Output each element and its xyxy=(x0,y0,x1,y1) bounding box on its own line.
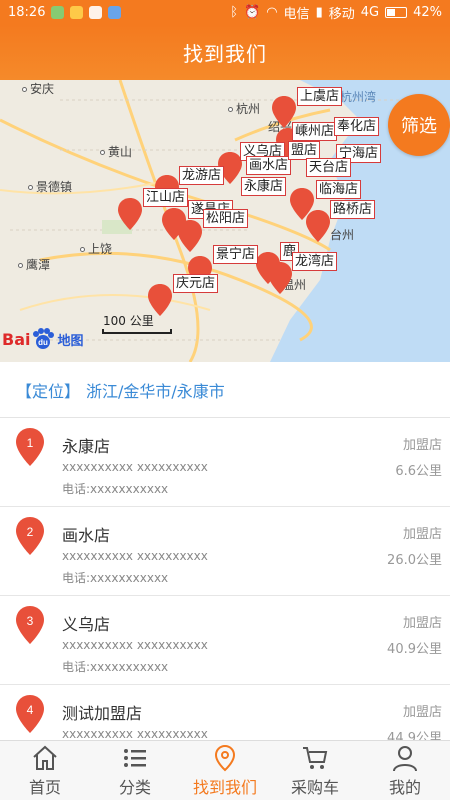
baidu-paw-icon: du xyxy=(33,328,55,349)
location-pin-icon xyxy=(214,744,236,771)
store-label[interactable]: 画水店 xyxy=(246,156,292,175)
store-label[interactable]: 龙湾店 xyxy=(292,252,338,271)
city-label: 杭州湾 xyxy=(340,90,377,104)
store-address: xxxxxxxxxx xxxxxxxxxx xyxy=(62,638,208,652)
store-type: 加盟店 xyxy=(402,438,442,453)
numbered-marker-icon: 4 xyxy=(16,695,44,733)
location-prefix: 【定位】 xyxy=(16,381,81,401)
signal-icon: ▮ xyxy=(315,5,323,20)
city-label: 安庆 xyxy=(22,80,54,97)
store-phone[interactable]: 电话:xxxxxxxxxxx xyxy=(62,480,168,497)
carrier-1: 电信 xyxy=(283,7,310,22)
store-name: 测试加盟店 xyxy=(62,704,143,723)
tab-find-us[interactable]: 找到我们 xyxy=(180,741,270,800)
photos-app-icon xyxy=(89,6,103,19)
store-label[interactable]: 路桥店 xyxy=(330,200,376,219)
filter-button[interactable]: 筛选 xyxy=(388,94,450,156)
store-marker-icon[interactable] xyxy=(268,262,292,294)
tab-label: 找到我们 xyxy=(192,777,257,797)
numbered-marker-icon: 2 xyxy=(16,517,44,555)
page-title: 找到我们 xyxy=(183,42,267,66)
tab-label: 分类 xyxy=(118,777,151,797)
store-label[interactable]: 上虞店 xyxy=(297,87,343,106)
store-marker-icon[interactable] xyxy=(178,220,202,252)
location-path[interactable]: 浙江/金华市/永康市 xyxy=(86,378,225,402)
map-scale-label: 100 公里 xyxy=(103,314,154,328)
bluetooth-icon: ᛒ xyxy=(230,5,239,20)
store-marker-icon[interactable] xyxy=(306,210,330,242)
store-phone[interactable]: 电话:xxxxxxxxxxx xyxy=(62,569,168,586)
store-label[interactable]: 永康店 xyxy=(241,177,287,196)
city-label: 杭州 xyxy=(228,100,260,117)
chat-app-icon xyxy=(70,6,84,19)
svg-text:3: 3 xyxy=(27,614,34,628)
battery-level: 42% xyxy=(413,5,442,20)
map-view[interactable]: 安庆 杭州 黄山 景德镇 鹰潭 上饶 台州 温州 绍兴 杭州湾 上虞店 嵊州店 … xyxy=(0,80,450,362)
alarm-icon: ⏰ xyxy=(244,5,261,20)
tab-category[interactable]: 分类 xyxy=(90,741,180,800)
store-label[interactable]: 奉化店 xyxy=(334,117,380,136)
status-time: 18:26 xyxy=(8,5,46,20)
store-name: 义乌店 xyxy=(62,615,111,634)
store-label[interactable]: 江山店 xyxy=(143,188,189,207)
svg-text:1: 1 xyxy=(27,436,34,450)
tab-home[interactable]: 首页 xyxy=(0,741,90,800)
numbered-marker-icon: 3 xyxy=(16,606,44,644)
tab-label: 首页 xyxy=(28,777,61,797)
store-marker-icon[interactable] xyxy=(118,198,142,230)
network-type: 4G xyxy=(360,5,380,20)
store-type: 加盟店 xyxy=(402,616,442,631)
svg-text:2: 2 xyxy=(27,525,34,539)
store-phone[interactable]: 电话:xxxxxxxxxxx xyxy=(62,658,168,675)
store-type: 加盟店 xyxy=(402,705,442,720)
app-bar: 找到我们 xyxy=(0,25,450,80)
store-label[interactable]: 天台店 xyxy=(306,158,352,177)
store-label[interactable]: 嵊州店 xyxy=(292,122,338,141)
city-label: 黄山 xyxy=(100,143,132,160)
store-address: xxxxxxxxxx xxxxxxxxxx xyxy=(62,727,208,741)
tab-label: 采购车 xyxy=(290,777,339,797)
store-label[interactable]: 临海店 xyxy=(316,180,362,199)
location-selector[interactable]: 【定位】 浙江/金华市/永康市 xyxy=(0,362,450,418)
svg-text:4: 4 xyxy=(27,703,34,717)
tab-label: 我的 xyxy=(388,777,421,797)
store-label[interactable]: 庆元店 xyxy=(173,274,219,293)
cloud-app-icon xyxy=(108,6,122,19)
store-list-item[interactable]: 3 义乌店 xxxxxxxxxx xxxxxxxxxx 电话:xxxxxxxxx… xyxy=(0,596,450,685)
svg-text:du: du xyxy=(39,338,49,347)
shield-app-icon xyxy=(51,6,65,19)
tab-profile[interactable]: 我的 xyxy=(360,741,450,800)
numbered-marker-icon: 1 xyxy=(16,428,44,466)
city-label: 景德镇 xyxy=(28,178,72,195)
store-name: 画水店 xyxy=(62,526,111,545)
cart-icon xyxy=(303,746,328,769)
store-list-item[interactable]: 2 画水店 xxxxxxxxxx xxxxxxxxxx 电话:xxxxxxxxx… xyxy=(0,507,450,596)
store-list: 1 永康店 xxxxxxxxxx xxxxxxxxxx 电话:xxxxxxxxx… xyxy=(0,418,450,774)
city-label: 上饶 xyxy=(80,240,112,257)
store-distance: 6.6公里 xyxy=(395,464,442,479)
baidu-map-logo: Bai du 地图 xyxy=(2,326,84,352)
map-scale-bar xyxy=(102,329,172,334)
store-distance: 40.9公里 xyxy=(387,642,442,657)
store-address: xxxxxxxxxx xxxxxxxxxx xyxy=(62,460,208,474)
wifi-icon: ◠ xyxy=(266,5,278,20)
home-icon xyxy=(33,745,57,770)
user-icon xyxy=(393,745,417,771)
store-list-item[interactable]: 1 永康店 xxxxxxxxxx xxxxxxxxxx 电话:xxxxxxxxx… xyxy=(0,418,450,507)
city-label: 鹰潭 xyxy=(18,256,50,273)
store-label[interactable]: 松阳店 xyxy=(203,209,249,228)
tab-cart[interactable]: 采购车 xyxy=(270,741,360,800)
list-icon xyxy=(124,748,146,767)
store-type: 加盟店 xyxy=(402,527,442,542)
store-label[interactable]: 龙游店 xyxy=(179,166,225,185)
carrier-2: 移动 xyxy=(328,7,355,22)
store-address: xxxxxxxxxx xxxxxxxxxx xyxy=(62,549,208,563)
battery-icon xyxy=(385,7,408,18)
city-label: 台州 xyxy=(330,228,355,242)
store-distance: 26.0公里 xyxy=(387,553,442,568)
status-bar: 18:26 ᛒ ⏰ ◠ 电信 ▮ 移动 4G 42% xyxy=(0,0,450,25)
store-name: 永康店 xyxy=(62,437,111,456)
store-label[interactable]: 景宁店 xyxy=(213,245,259,264)
bottom-tab-bar: 首页 分类 找到我们 采购车 我的 xyxy=(0,740,450,800)
